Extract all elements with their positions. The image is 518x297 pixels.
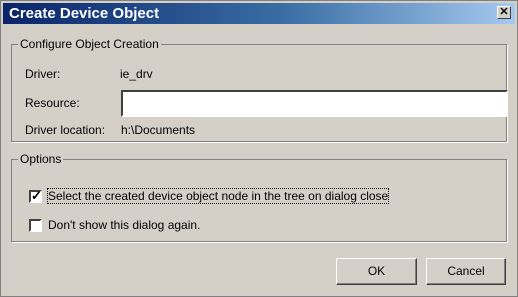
resource-label: Resource: [25,96,80,110]
create-device-object-dialog: Create Device Object ✕ Configure Object … [0,0,518,297]
ok-button-label: OK [367,264,386,278]
dont-show-again-label[interactable]: Don't show this dialog again. [48,218,200,232]
options-group-legend: Options [20,152,62,166]
select-node-checkbox-label[interactable]: Select the created device object node in… [46,188,390,204]
driver-value: ie_drv [120,67,153,81]
close-button[interactable]: ✕ [497,6,511,19]
dont-show-again-checkbox[interactable] [29,219,42,232]
close-icon: ✕ [499,6,509,18]
driver-label: Driver: [25,67,61,81]
title-bar[interactable]: Create Device Object ✕ [3,3,515,24]
driver-location-label: Driver location: [25,123,106,137]
cancel-button[interactable]: Cancel [426,258,506,285]
configure-group-legend: Configure Object Creation [20,37,159,51]
ok-button[interactable]: OK [336,258,417,285]
resource-input[interactable] [121,90,508,117]
cancel-button-label: Cancel [447,264,485,278]
select-node-checkbox[interactable]: ✓ [29,188,42,203]
checkmark-icon: ✓ [31,188,42,203]
window-title: Create Device Object [9,5,160,22]
driver-location-value: h:\Documents [121,123,196,137]
